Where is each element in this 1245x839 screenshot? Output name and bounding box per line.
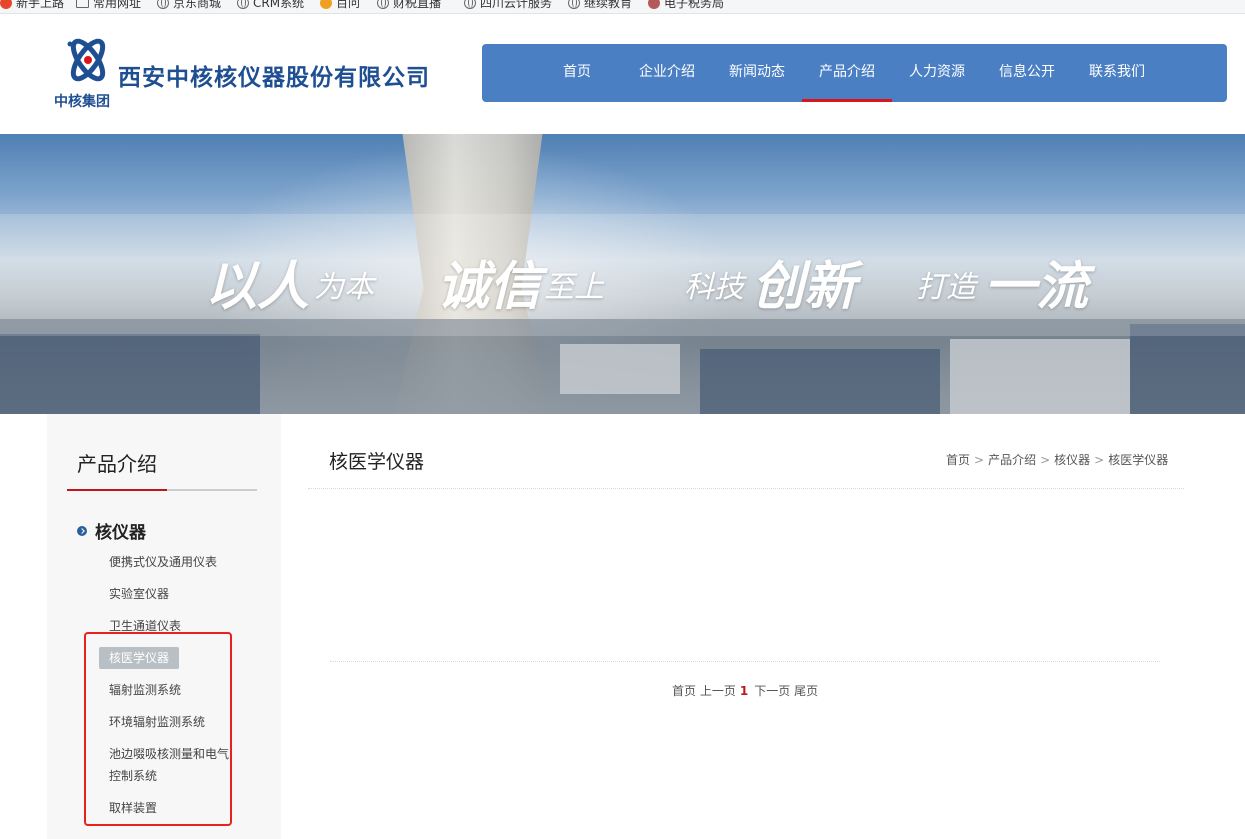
banner-building (950, 339, 1130, 414)
bookmark-item[interactable]: 财税直播 (377, 0, 441, 11)
nav-item-disclosure[interactable]: 信息公开 (982, 44, 1072, 102)
tax-icon (648, 0, 660, 9)
slogan-word: 科技 (684, 271, 744, 304)
red-dot-icon (0, 0, 12, 9)
slogan-word: 创新 (752, 258, 857, 316)
banner-building (560, 344, 680, 394)
company-logo[interactable]: 西安中核核仪器股份有限公司 中核集团 (54, 34, 429, 110)
page-title: 核医学仪器 (329, 451, 425, 473)
globe-icon (237, 0, 249, 9)
atom-logo-icon (67, 38, 106, 82)
sidebar-title: 产品介绍 (77, 452, 157, 476)
main-nav: 首页 企业介绍 新闻动态 产品介绍 人力资源 信息公开 联系我们 (482, 44, 1227, 102)
folder-icon (76, 0, 89, 8)
breadcrumb-home[interactable]: 首页 (946, 453, 970, 467)
orange-dot-icon (320, 0, 332, 9)
sidebar-item-portable[interactable]: 便携式仪及通用仪表 (109, 551, 229, 573)
nav-item-hr[interactable]: 人力资源 (892, 44, 982, 102)
annotation-highlight-box (84, 632, 232, 826)
pager-prev[interactable]: 上一页 (700, 684, 736, 698)
sidebar-category[interactable]: 核仪器 (77, 518, 146, 543)
company-name: 西安中核核仪器股份有限公司 (118, 65, 430, 91)
bookmark-item[interactable]: 常用网址 (76, 0, 141, 11)
banner-building (1130, 324, 1245, 414)
bookmark-item[interactable]: 新手上路 (0, 0, 64, 11)
pager-next[interactable]: 下一页 (754, 684, 790, 698)
breadcrumb: 首页 > 产品介绍 > 核仪器 > 核医学仪器 (946, 453, 1169, 467)
breadcrumb-products[interactable]: 产品介绍 (988, 453, 1036, 467)
globe-icon (377, 0, 389, 9)
slogan-word: 至上 (544, 271, 604, 304)
breadcrumb-category[interactable]: 核仪器 (1054, 453, 1090, 467)
globe-icon (157, 0, 169, 9)
bookmark-item[interactable]: 百问 (320, 0, 360, 11)
sidebar-divider-accent (67, 489, 167, 491)
bookmark-item[interactable]: 电子税务局 (648, 0, 724, 11)
banner-building (0, 334, 260, 414)
hero-banner: 以人 为本 诚信 至上 科技 创新 打造 一流 (0, 134, 1245, 414)
bookmark-item[interactable]: 继续教育 (568, 0, 632, 11)
pager-last[interactable]: 尾页 (794, 684, 818, 698)
nav-item-home[interactable]: 首页 (532, 44, 622, 102)
pager-current[interactable]: 1 (740, 684, 748, 698)
nav-item-products[interactable]: 产品介绍 (802, 44, 892, 102)
nav-item-contact[interactable]: 联系我们 (1072, 44, 1162, 102)
nav-item-company[interactable]: 企业介绍 (622, 44, 712, 102)
bookmark-item[interactable]: 四川云计服务 (464, 0, 552, 11)
banner-slogan: 以人 为本 诚信 至上 科技 创新 打造 一流 (0, 240, 1245, 316)
globe-icon (464, 0, 476, 9)
slogan-word: 一流 (984, 258, 1089, 316)
title-divider (308, 488, 1184, 489)
pager-first[interactable]: 首页 (672, 684, 696, 698)
chevron-right-circle-icon (77, 525, 87, 536)
globe-icon (568, 0, 580, 9)
slogan-word: 以人 (205, 258, 310, 316)
pagination: 首页 上一页 1 下一页 尾页 (672, 682, 818, 699)
group-name: 中核集团 (54, 94, 110, 110)
bookmark-item[interactable]: CRM系统 (237, 0, 304, 11)
sidebar-item-lab[interactable]: 实验室仪器 (109, 583, 229, 605)
content-divider (330, 661, 1160, 662)
slogan-word: 诚信 (437, 258, 542, 316)
bookmarks-bar: 新手上路 常用网址 京东商城 CRM系统 百问 财税直播 四川云计服务 继续教育… (0, 0, 1245, 14)
breadcrumb-current[interactable]: 核医学仪器 (1108, 453, 1168, 467)
slogan-word: 打造 (916, 271, 976, 304)
banner-building (700, 349, 940, 414)
bookmark-item[interactable]: 京东商城 (157, 0, 221, 11)
nav-item-news[interactable]: 新闻动态 (712, 44, 802, 102)
slogan-word: 为本 (314, 271, 374, 304)
